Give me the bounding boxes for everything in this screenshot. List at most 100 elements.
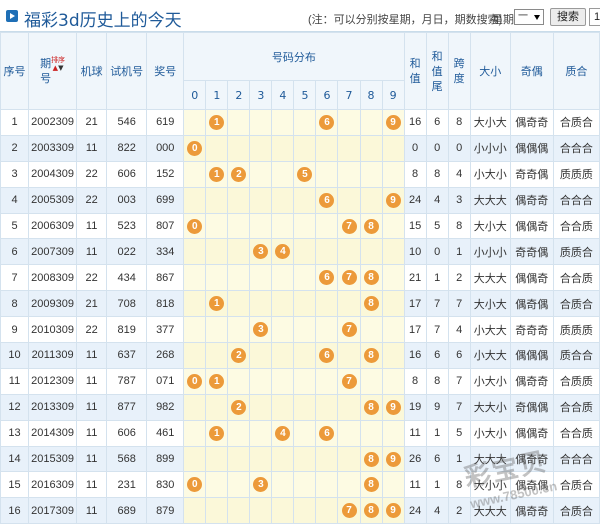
cell-dist-1 <box>205 471 229 499</box>
cell-span: 2 <box>447 497 471 525</box>
cell-dist-9 <box>381 316 405 344</box>
cell-prime: 合质合 <box>552 290 600 318</box>
cell-dist-6 <box>315 290 339 318</box>
cell-machine: 11 <box>76 134 108 162</box>
header-period-label: 期号 <box>40 57 52 85</box>
cell-tail: 0 <box>425 134 449 162</box>
cell-sum: 8 <box>403 367 427 395</box>
search-button[interactable]: 搜索 <box>550 8 586 26</box>
search-page-input[interactable]: 1 <box>589 8 600 26</box>
title-bar: 福彩3d历史上的今天 (注：可以分别按星期，月日，期数搜索) 星期 一 搜索 1 <box>0 0 600 32</box>
cell-test: 434 <box>106 264 148 292</box>
number-ball: 9 <box>385 399 401 415</box>
cell-dist-1: 1 <box>205 109 229 136</box>
cell-dist-1 <box>205 342 229 369</box>
cell-dist-2 <box>227 109 251 136</box>
cell-tail: 4 <box>425 186 449 214</box>
cell-size: 小小小 <box>469 134 511 162</box>
cell-prize: 000 <box>146 134 185 162</box>
cell-parity: 偶偶奇 <box>509 212 554 240</box>
cell-dist-6 <box>315 160 339 188</box>
cell-dist-2 <box>227 186 251 214</box>
cell-dist-7: 7 <box>337 264 361 292</box>
cell-tail: 8 <box>425 160 449 188</box>
header-distribution: 号码分布 <box>183 32 405 81</box>
cell-prize: 619 <box>146 109 185 136</box>
number-ball: 7 <box>341 503 357 519</box>
number-ball: 2 <box>231 399 247 415</box>
cell-size: 大大大 <box>469 497 511 525</box>
cell-prize: 818 <box>146 290 185 318</box>
cell-prime: 合质质 <box>552 367 600 395</box>
cell-dist-3 <box>249 419 273 447</box>
table-row: 2 2003309 11 822 000 0 0 0 0 小小小 偶偶偶 合合合 <box>0 134 600 162</box>
cell-dist-1 <box>205 393 229 421</box>
week-select-value: 一 <box>518 11 528 22</box>
cell-prime: 合合质 <box>552 419 600 447</box>
number-ball: 8 <box>363 218 379 234</box>
table-row: 3 2004309 22 606 152 1 2 5 8 8 4 小大小 奇奇偶 质质质 <box>0 160 600 188</box>
table-row: 8 2009309 21 708 818 1 8 17 7 7 大小大 偶奇偶 合质合 <box>0 290 600 318</box>
cell-prize: 807 <box>146 212 185 240</box>
cell-test: 606 <box>106 419 148 447</box>
cell-dist-5: 5 <box>293 160 317 188</box>
cell-dist-3 <box>249 497 273 525</box>
cell-period: 2009309 <box>28 290 78 318</box>
cell-sum: 17 <box>403 290 427 318</box>
number-ball: 3 <box>253 322 269 338</box>
history-table: 序号 期号排序 ▲▼ 机球 试机号 奖号 号码分布 和值 和值尾 跨度 大小 奇偶… <box>0 32 600 525</box>
sort-icon[interactable]: 排序 ▲▼ <box>51 56 65 72</box>
cell-prize: 867 <box>146 264 185 292</box>
cell-dist-7 <box>337 342 361 369</box>
cell-span: 7 <box>447 290 471 318</box>
number-ball: 6 <box>319 114 335 130</box>
cell-dist-9 <box>381 419 405 447</box>
cell-dist-3 <box>249 445 273 473</box>
cell-dist-0 <box>183 393 207 421</box>
cell-dist-1 <box>205 497 229 525</box>
cell-dist-6 <box>315 238 339 266</box>
cell-dist-8: 8 <box>359 342 383 369</box>
number-ball: 2 <box>231 347 247 363</box>
cell-dist-2 <box>227 264 251 292</box>
cell-seq: 10 <box>0 342 30 369</box>
header-test: 试机号 <box>106 32 148 110</box>
cell-seq: 12 <box>0 393 30 421</box>
cell-dist-0 <box>183 445 207 473</box>
cell-dist-1 <box>205 134 229 162</box>
cell-sum: 11 <box>403 471 427 499</box>
table-row: 7 2008309 22 434 867 6 7 8 21 1 2 大大大 偶偶奇 合合质 <box>0 264 600 292</box>
cell-test: 606 <box>106 160 148 188</box>
cell-parity: 奇奇偶 <box>509 238 554 266</box>
header-span: 跨度 <box>447 32 471 110</box>
cell-prime: 合合质 <box>552 212 600 240</box>
cell-dist-7 <box>337 160 361 188</box>
cell-period: 2014309 <box>28 419 78 447</box>
cell-prize: 879 <box>146 497 185 525</box>
cell-sum: 26 <box>403 445 427 473</box>
cell-sum: 19 <box>403 393 427 421</box>
cell-size: 大小大 <box>469 290 511 318</box>
cell-span: 1 <box>447 445 471 473</box>
table-row: 1 2002309 21 546 619 1 6 9 16 6 8 大小大 偶奇奇 合质合 <box>0 109 600 136</box>
number-ball: 8 <box>363 270 379 286</box>
cell-dist-8: 8 <box>359 212 383 240</box>
cell-dist-7: 7 <box>337 212 361 240</box>
number-ball: 0 <box>187 140 203 156</box>
cell-seq: 4 <box>0 186 30 214</box>
cell-dist-7: 7 <box>337 316 361 344</box>
cell-dist-7: 7 <box>337 497 361 525</box>
cell-dist-7 <box>337 393 361 421</box>
number-ball: 9 <box>385 114 401 130</box>
cell-size: 小大大 <box>469 316 511 344</box>
header-period[interactable]: 期号排序 ▲▼ <box>28 32 78 110</box>
cell-dist-7: 7 <box>337 367 361 395</box>
arrow-right-icon <box>6 10 18 22</box>
cell-tail: 1 <box>425 419 449 447</box>
number-ball: 9 <box>385 451 401 467</box>
cell-dist-4 <box>271 471 295 499</box>
cell-dist-4 <box>271 497 295 525</box>
cell-dist-4 <box>271 160 295 188</box>
week-select[interactable]: 一 <box>514 9 544 25</box>
cell-dist-1: 1 <box>205 160 229 188</box>
